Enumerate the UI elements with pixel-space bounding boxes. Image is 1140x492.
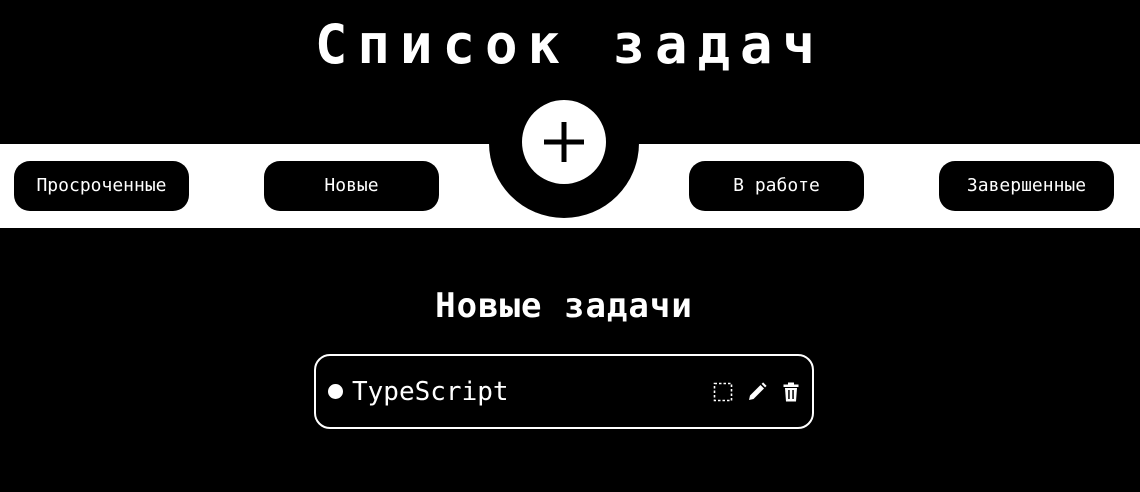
trash-icon [783, 382, 799, 402]
filter-new-button[interactable]: Новые [264, 161, 439, 211]
add-task-button[interactable] [522, 100, 606, 184]
task-bullet-icon [328, 384, 343, 399]
page: Список задач Просроченные Новые В работе… [0, 0, 1140, 492]
select-task-button[interactable] [713, 382, 733, 402]
plus-icon [544, 122, 584, 162]
filter-completed-button[interactable]: Завершенные [939, 161, 1114, 211]
delete-task-button[interactable] [781, 382, 801, 402]
filter-in-progress-button[interactable]: В работе [689, 161, 864, 211]
task-title: TypeScript [352, 377, 509, 407]
section-title: Новые задачи [435, 286, 693, 326]
task-card: TypeScript [314, 354, 814, 429]
edit-task-button[interactable] [747, 382, 767, 402]
select-icon [713, 382, 733, 402]
filter-overdue-button[interactable]: Просроченные [14, 161, 189, 211]
pencil-icon [749, 382, 767, 400]
